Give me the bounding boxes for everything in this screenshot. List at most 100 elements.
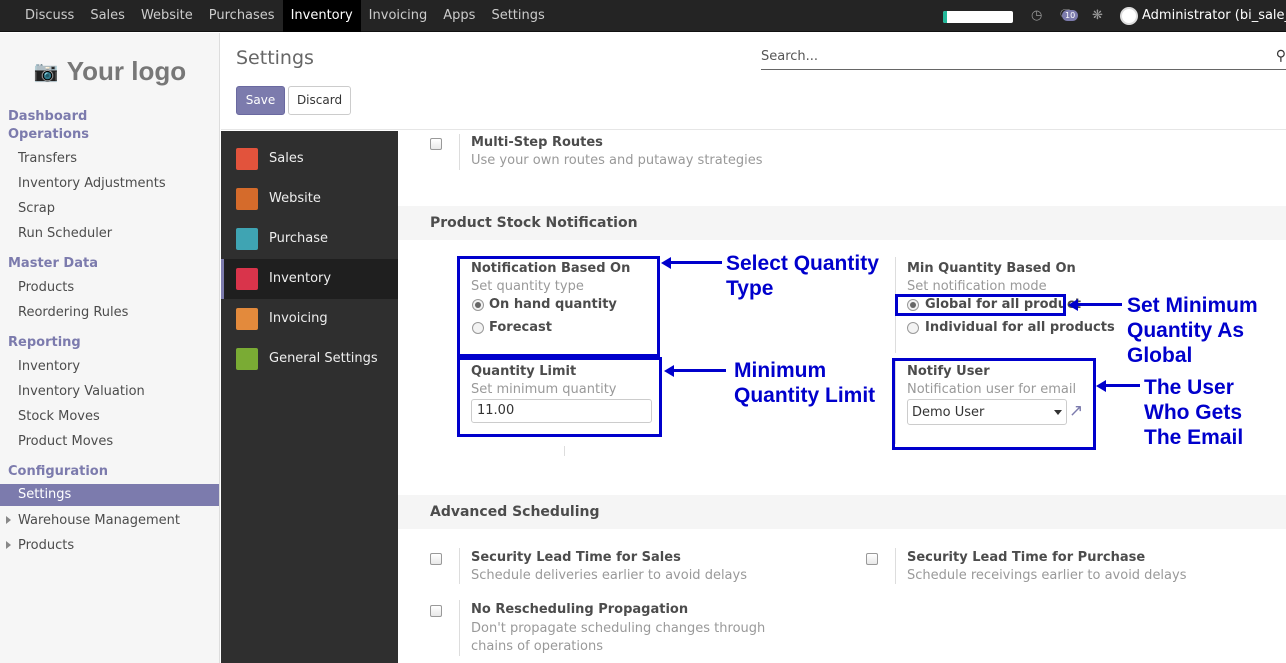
bug-icon[interactable]: ❋ bbox=[1092, 8, 1103, 24]
no-rescheduling-checkbox[interactable] bbox=[430, 605, 442, 617]
security-lead-purchase-help: Schedule receivings earlier to avoid del… bbox=[907, 568, 1187, 583]
search-placeholder: Search... bbox=[761, 49, 819, 64]
caret-right-icon bbox=[6, 516, 11, 524]
app-sales[interactable]: Sales bbox=[221, 139, 398, 179]
sidebar-item-stock-moves[interactable]: Stock Moves bbox=[18, 409, 100, 424]
menu-discuss[interactable]: Discuss bbox=[17, 0, 82, 32]
app-label: Inventory bbox=[269, 271, 332, 286]
app-purchase[interactable]: Purchase bbox=[221, 219, 398, 259]
search-icon[interactable]: ⚲ bbox=[1276, 48, 1286, 64]
sidebar-item-products-tree[interactable]: Products bbox=[6, 538, 74, 553]
sidebar-item-reordering-rules[interactable]: Reordering Rules bbox=[18, 305, 128, 320]
no-rescheduling-help: Don't propagate scheduling changes throu… bbox=[471, 621, 766, 654]
messages-badge: 10 bbox=[1062, 10, 1079, 21]
section-title-text: Advanced Scheduling bbox=[430, 504, 600, 520]
caret-right-icon bbox=[6, 541, 11, 549]
menu-apps[interactable]: Apps bbox=[435, 0, 483, 32]
app-inventory[interactable]: Inventory bbox=[221, 259, 398, 299]
multi-step-routes-title: Multi-Step Routes bbox=[471, 135, 603, 150]
multi-step-routes-help: Use your own routes and putaway strategi… bbox=[471, 153, 763, 168]
section-title-text: Product Stock Notification bbox=[430, 215, 638, 231]
sidebar-item-warehouse-management[interactable]: Warehouse Management bbox=[6, 513, 180, 528]
annotation-arrowhead bbox=[661, 257, 671, 269]
app-general-settings[interactable]: General Settings bbox=[221, 339, 398, 379]
annotation-min-qty-limit: Minimum Quantity Limit bbox=[734, 358, 875, 408]
tree-label: Products bbox=[18, 538, 75, 553]
annotation-arrow-line bbox=[1104, 384, 1140, 387]
sidebar-item-settings[interactable]: Settings bbox=[0, 484, 219, 506]
sidebar-head-dashboard[interactable]: Dashboard bbox=[8, 109, 87, 124]
annotation-line: Global bbox=[1127, 344, 1193, 367]
menu-sales[interactable]: Sales bbox=[82, 0, 133, 32]
annotation-box-quantity-limit bbox=[457, 357, 662, 437]
annotation-set-min-global: Set Minimum Quantity As Global bbox=[1127, 293, 1258, 368]
sidebar-item-product-moves[interactable]: Product Moves bbox=[18, 434, 113, 449]
annotation-arrow-line bbox=[1076, 303, 1122, 306]
annotation-line: Quantity As bbox=[1127, 319, 1245, 342]
annotation-line: Minimum bbox=[734, 359, 827, 382]
security-lead-sales-checkbox[interactable] bbox=[430, 553, 442, 565]
sidebar-item-products[interactable]: Products bbox=[18, 280, 74, 295]
menu-inventory[interactable]: Inventory bbox=[282, 0, 361, 32]
annotation-line: Set Minimum bbox=[1127, 294, 1258, 317]
sidebar-item-inventory-valuation[interactable]: Inventory Valuation bbox=[18, 384, 145, 399]
invoicing-icon bbox=[236, 308, 258, 330]
menu-invoicing[interactable]: Invoicing bbox=[361, 0, 436, 32]
tree-label: Warehouse Management bbox=[18, 513, 181, 528]
onboarding-progress-bar[interactable] bbox=[943, 11, 1013, 23]
section-title: Advanced Scheduling bbox=[398, 495, 1286, 529]
sidebar-item-inventory-report[interactable]: Inventory bbox=[18, 359, 80, 374]
annotation-line: Type bbox=[726, 277, 774, 300]
sidebar-head-master-data: Master Data bbox=[8, 256, 98, 271]
control-panel: Settings Search... ⚲ Save Discard bbox=[221, 33, 1286, 130]
search-input[interactable]: Search... ⚲ bbox=[761, 46, 1286, 70]
app-label: Invoicing bbox=[269, 311, 328, 326]
menu-website[interactable]: Website bbox=[133, 0, 201, 32]
app-invoicing[interactable]: Invoicing bbox=[221, 299, 398, 339]
sidebar-item-transfers[interactable]: Transfers bbox=[18, 151, 77, 166]
annotation-line: Quantity Limit bbox=[734, 384, 876, 407]
page-title: Settings bbox=[236, 47, 314, 69]
company-logo[interactable]: 📷 Your logo bbox=[22, 47, 198, 95]
divider bbox=[459, 134, 460, 170]
min-qty-based-on-help: Set notification mode bbox=[907, 279, 1047, 294]
sales-icon bbox=[236, 148, 258, 170]
annotation-arrowhead bbox=[1096, 380, 1106, 392]
clock-icon[interactable]: ◷ bbox=[1031, 8, 1042, 24]
sidebar-item-inventory-adjustments[interactable]: Inventory Adjustments bbox=[18, 176, 166, 191]
camera-icon: 📷 bbox=[33, 60, 59, 83]
annotation-line: The Email bbox=[1144, 426, 1244, 449]
sidebar-head-reporting: Reporting bbox=[8, 335, 81, 350]
radio-individual[interactable] bbox=[907, 322, 919, 334]
top-navbar: Discuss Sales Website Purchases Inventor… bbox=[0, 0, 1286, 32]
annotation-user-email: The User Who Gets The Email bbox=[1144, 375, 1243, 450]
divider bbox=[564, 446, 565, 456]
annotation-arrowhead bbox=[1068, 299, 1078, 311]
avatar[interactable] bbox=[1120, 7, 1138, 25]
app-label: Sales bbox=[269, 151, 304, 166]
sidebar: 📷 Your logo Dashboard Operations Transfe… bbox=[0, 33, 220, 663]
security-lead-sales-title: Security Lead Time for Sales bbox=[471, 550, 681, 565]
save-button[interactable]: Save bbox=[236, 86, 285, 115]
annotation-select-qty: Select Quantity Type bbox=[726, 251, 879, 301]
sidebar-item-run-scheduler[interactable]: Run Scheduler bbox=[18, 226, 112, 241]
sidebar-head-operations: Operations bbox=[8, 127, 89, 142]
annotation-line: The User bbox=[1144, 376, 1234, 399]
progress-fill bbox=[943, 11, 947, 23]
multi-step-routes-checkbox[interactable] bbox=[430, 138, 442, 150]
settings-app-list: Sales Website Purchase Inventory Invoici… bbox=[221, 131, 398, 663]
annotation-box-global bbox=[895, 294, 1066, 316]
user-menu[interactable]: Administrator (bi_sale_... bbox=[1142, 0, 1286, 32]
menu-purchases[interactable]: Purchases bbox=[201, 0, 283, 32]
app-website[interactable]: Website bbox=[221, 179, 398, 219]
menu-settings[interactable]: Settings bbox=[483, 0, 552, 32]
no-rescheduling-title: No Rescheduling Propagation bbox=[471, 602, 689, 617]
divider bbox=[459, 548, 460, 584]
annotation-arrow-line bbox=[672, 369, 726, 372]
sidebar-item-scrap[interactable]: Scrap bbox=[18, 201, 55, 216]
discard-button[interactable]: Discard bbox=[288, 86, 351, 115]
radio-individual-label[interactable]: Individual for all products bbox=[925, 320, 1115, 335]
app-label: Purchase bbox=[269, 231, 329, 246]
security-lead-purchase-checkbox[interactable] bbox=[866, 553, 878, 565]
min-qty-based-on-title: Min Quantity Based On bbox=[907, 261, 1076, 276]
